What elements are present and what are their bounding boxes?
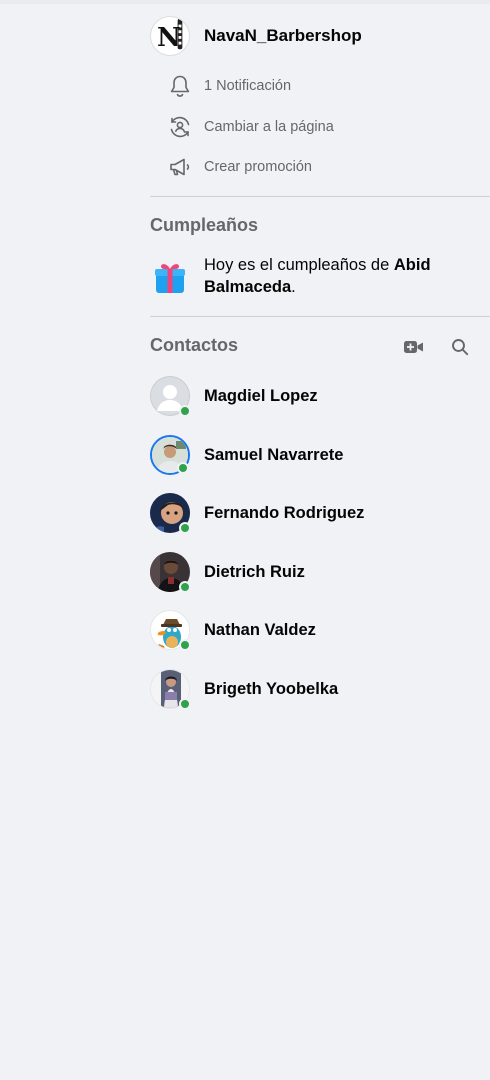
switch-to-page-label: Cambiar a la página (204, 119, 334, 135)
new-room-button[interactable] (400, 333, 428, 361)
divider (150, 316, 490, 317)
contact-item[interactable]: Dietrich Ruiz (150, 550, 490, 594)
birthdays-title: Cumpleaños (150, 215, 259, 235)
online-indicator (179, 581, 191, 593)
avatar (150, 493, 191, 534)
online-indicator (177, 462, 189, 474)
video-plus-icon (404, 341, 423, 353)
online-indicator (179, 405, 191, 417)
birthday-text: Hoy es el cumpleaños de Abid Balmaceda. (204, 254, 474, 298)
create-promotion-label: Crear promoción (204, 159, 312, 175)
online-indicator (179, 698, 191, 710)
notifications-action[interactable]: 1 Notificación (168, 72, 291, 100)
avatar (150, 376, 191, 417)
contact-name: Dietrich Ruiz (204, 562, 305, 581)
notifications-label: 1 Notificación (204, 78, 292, 94)
contact-item[interactable]: Brigeth Yoobelka (150, 667, 490, 711)
search-contacts-button[interactable] (446, 333, 474, 361)
create-promotion-action[interactable]: Crear promoción (168, 153, 312, 181)
avatar (150, 669, 191, 710)
top-strip (0, 0, 490, 4)
birthday-text-prefix: Hoy es el cumpleaños de (204, 256, 394, 274)
contact-name: Nathan Valdez (204, 620, 316, 639)
contact-item[interactable]: Samuel Navarrete (150, 433, 490, 477)
contacts-toolbar (400, 333, 474, 361)
online-indicator (179, 522, 191, 534)
page-avatar: N (150, 16, 190, 56)
contact-item[interactable]: Nathan Valdez (150, 608, 490, 652)
contacts-title: Contactos (150, 335, 239, 355)
switch-profile-icon (168, 115, 192, 139)
avatar (150, 610, 191, 651)
bell-icon (168, 74, 192, 98)
online-indicator (179, 639, 191, 651)
page-logo-letter: N (157, 23, 181, 53)
gift-icon (150, 257, 190, 297)
page-shortcut[interactable]: N NavaN_Barbershop (150, 16, 362, 56)
contact-item[interactable]: Magdiel Lopez (150, 374, 490, 418)
contact-name: Fernando Rodriguez (204, 503, 365, 522)
contact-name: Magdiel Lopez (204, 386, 318, 405)
contact-item[interactable]: Fernando Rodriguez (150, 491, 490, 535)
switch-to-page-action[interactable]: Cambiar a la página (168, 113, 334, 141)
page-name: NavaN_Barbershop (204, 26, 362, 45)
avatar (150, 552, 191, 593)
birthday-text-suffix: . (291, 278, 296, 296)
search-icon (452, 339, 469, 356)
divider (150, 196, 490, 197)
contact-name: Brigeth Yoobelka (204, 679, 339, 698)
birthday-item[interactable]: Hoy es el cumpleaños de Abid Balmaceda. (150, 254, 490, 298)
megaphone-icon (168, 155, 192, 179)
contact-name: Samuel Navarrete (204, 445, 344, 464)
avatar (150, 435, 190, 475)
